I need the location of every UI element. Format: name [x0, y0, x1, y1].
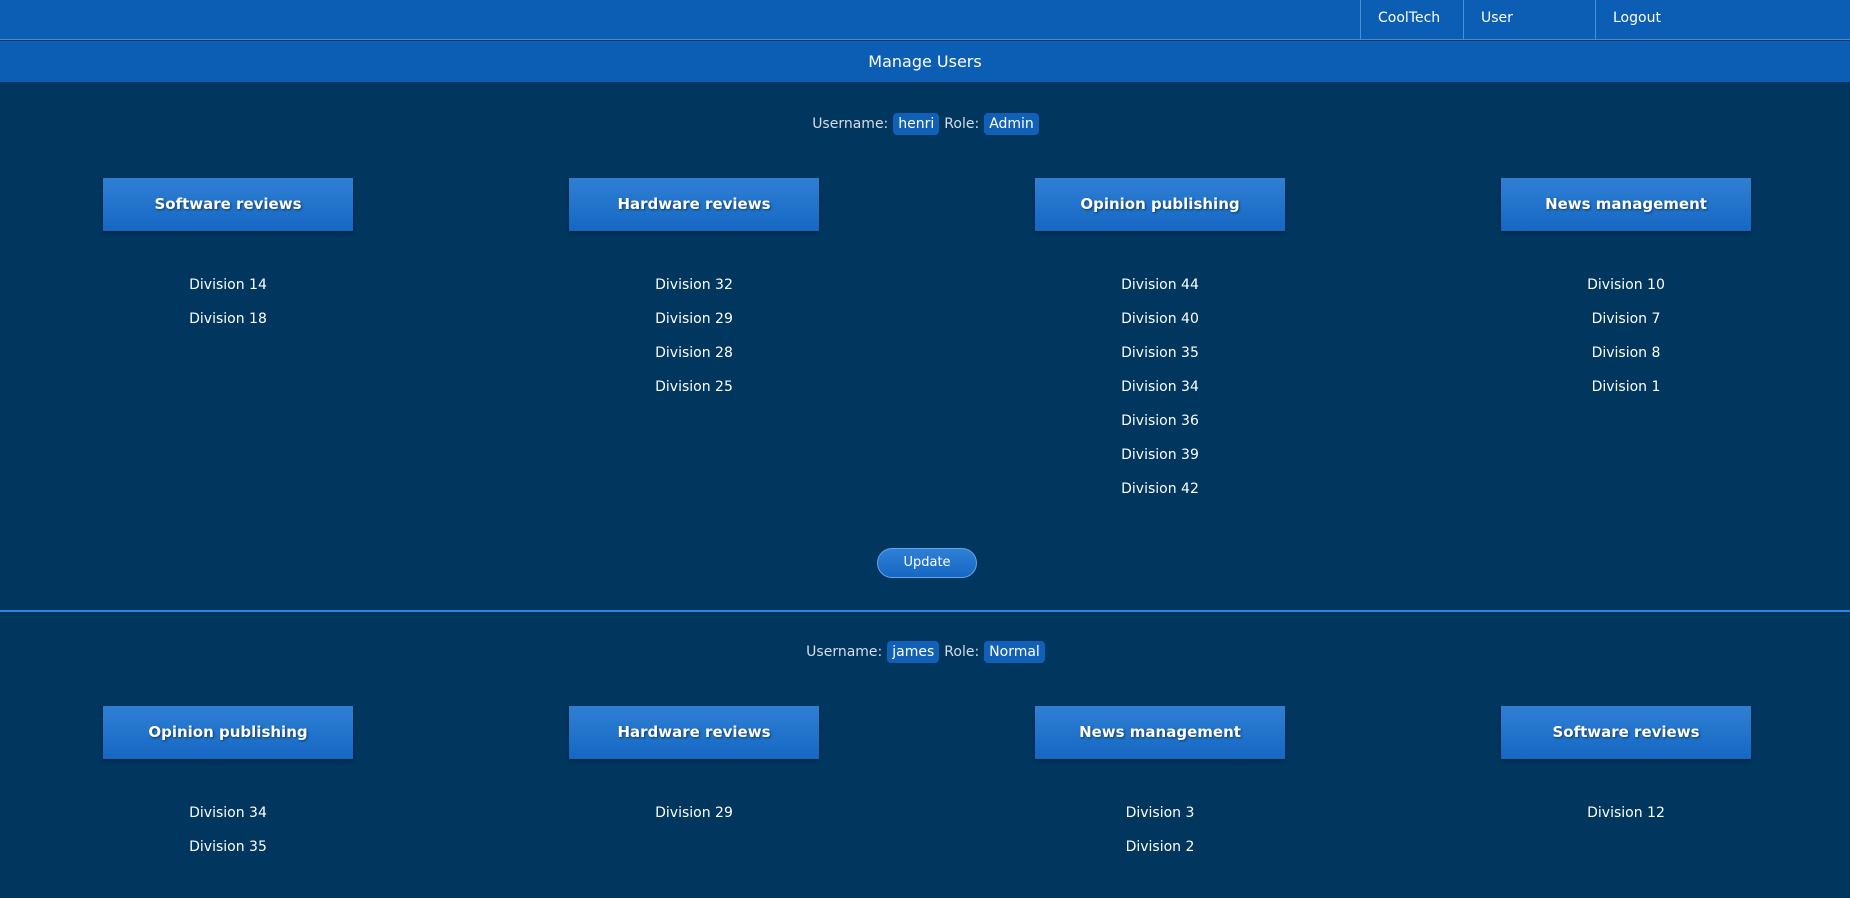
group-opinion-publishing: Opinion publishing Division 34 Division …	[103, 706, 353, 864]
division-list: Division 10 Division 7 Division 8 Divisi…	[1501, 268, 1751, 404]
group-header[interactable]: Hardware reviews	[569, 706, 819, 759]
division-item[interactable]: Division 18	[103, 302, 353, 336]
page-title-bar: Manage Users	[0, 41, 1850, 82]
user-info: Username: james Role: Normal	[0, 640, 1850, 664]
group-software-reviews: Software reviews Division 14 Division 18	[103, 178, 353, 336]
division-item[interactable]: Division 7	[1501, 302, 1751, 336]
top-nav: CoolTech User Manager Logout	[1360, 0, 1695, 62]
division-item[interactable]: Division 29	[569, 302, 819, 336]
group-header[interactable]: Software reviews	[103, 178, 353, 231]
division-item[interactable]: Division 36	[1035, 404, 1285, 438]
division-item[interactable]: Division 14	[103, 268, 353, 302]
division-item[interactable]: Division 40	[1035, 302, 1285, 336]
division-item[interactable]: Division 44	[1035, 268, 1285, 302]
username-label: Username:	[812, 116, 889, 132]
division-item[interactable]: Division 42	[1035, 472, 1285, 506]
division-item[interactable]: Division 12	[1501, 796, 1751, 830]
division-item[interactable]: Division 25	[569, 370, 819, 404]
role-label: Role:	[944, 116, 980, 132]
division-item[interactable]: Division 39	[1035, 438, 1285, 472]
top-navbar: CoolTech User Manager Logout	[0, 0, 1850, 62]
division-list: Division 32 Division 29 Division 28 Divi…	[569, 268, 819, 404]
group-news-management: News management Division 10 Division 7 D…	[1501, 178, 1751, 404]
group-hardware-reviews: Hardware reviews Division 29	[569, 706, 819, 830]
division-item[interactable]: Division 10	[1501, 268, 1751, 302]
page-title: Manage Users	[868, 52, 982, 71]
division-item[interactable]: Division 2	[1035, 830, 1285, 864]
user-divider	[0, 610, 1850, 612]
division-item[interactable]: Division 35	[103, 830, 353, 864]
division-list: Division 14 Division 18	[103, 268, 353, 336]
nav-link-logout[interactable]: Logout	[1595, 0, 1695, 40]
group-header[interactable]: Opinion publishing	[103, 706, 353, 759]
user-info: Username: henri Role: Admin	[0, 112, 1850, 136]
division-item[interactable]: Division 34	[1035, 370, 1285, 404]
group-software-reviews: Software reviews Division 12	[1501, 706, 1751, 830]
group-hardware-reviews: Hardware reviews Division 32 Division 29…	[569, 178, 819, 404]
role-badge: Normal	[984, 641, 1045, 663]
group-header[interactable]: News management	[1035, 706, 1285, 759]
division-list: Division 29	[569, 796, 819, 830]
division-item[interactable]: Division 8	[1501, 336, 1751, 370]
division-item[interactable]: Division 3	[1035, 796, 1285, 830]
username-badge: henri	[893, 113, 940, 135]
group-header[interactable]: Software reviews	[1501, 706, 1751, 759]
nav-link-cooltech[interactable]: CoolTech	[1360, 0, 1463, 40]
update-button[interactable]: Update	[877, 548, 977, 578]
division-item[interactable]: Division 34	[103, 796, 353, 830]
username-badge: james	[887, 641, 940, 663]
group-news-management: News management Division 3 Division 2	[1035, 706, 1285, 864]
division-item[interactable]: Division 29	[569, 796, 819, 830]
role-badge: Admin	[984, 113, 1039, 135]
division-list: Division 3 Division 2	[1035, 796, 1285, 864]
group-header[interactable]: Opinion publishing	[1035, 178, 1285, 231]
group-header[interactable]: News management	[1501, 178, 1751, 231]
division-item[interactable]: Division 32	[569, 268, 819, 302]
role-label: Role:	[944, 644, 980, 660]
division-list: Division 12	[1501, 796, 1751, 830]
username-label: Username:	[806, 644, 883, 660]
group-opinion-publishing: Opinion publishing Division 44 Division …	[1035, 178, 1285, 506]
nav-link-user-manager[interactable]: User Manager	[1463, 0, 1595, 62]
division-list: Division 34 Division 35	[103, 796, 353, 864]
division-item[interactable]: Division 35	[1035, 336, 1285, 370]
group-header[interactable]: Hardware reviews	[569, 178, 819, 231]
division-item[interactable]: Division 1	[1501, 370, 1751, 404]
division-item[interactable]: Division 28	[569, 336, 819, 370]
division-list: Division 44 Division 40 Division 35 Divi…	[1035, 268, 1285, 506]
